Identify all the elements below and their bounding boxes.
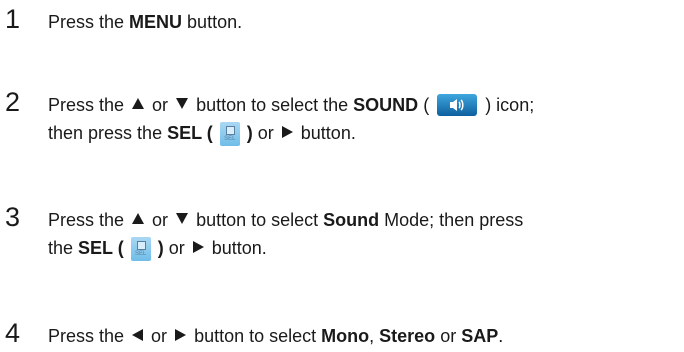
right-arrow-icon bbox=[175, 329, 187, 341]
down-arrow-icon bbox=[176, 98, 189, 109]
step-line: then press the SEL (SEL) or button. bbox=[48, 119, 678, 147]
mono-label: Mono bbox=[321, 326, 370, 346]
sound-label: SOUND bbox=[353, 95, 419, 115]
menu-button-label: MENU bbox=[129, 12, 183, 32]
right-arrow-icon bbox=[281, 126, 293, 138]
step-number: 2 bbox=[5, 87, 21, 117]
text: button to select bbox=[191, 210, 324, 230]
text: button to select the bbox=[191, 95, 354, 115]
text: button. bbox=[295, 123, 356, 143]
sel-label: SEL ( bbox=[78, 238, 124, 258]
sel-icon-label: SEL bbox=[135, 251, 147, 257]
step-line: Press the or button to select the SOUND … bbox=[48, 91, 678, 119]
up-arrow-icon bbox=[132, 213, 145, 224]
sound-mode-label: Sound bbox=[323, 210, 380, 230]
text: or bbox=[146, 326, 173, 346]
sel-label: SEL ( bbox=[167, 123, 213, 143]
down-arrow-icon bbox=[176, 213, 189, 224]
stereo-label: Stereo bbox=[379, 326, 436, 346]
sel-button-icon: SEL bbox=[130, 237, 151, 261]
text: or bbox=[147, 95, 174, 115]
step-text: Press the or button to select Sound Mode… bbox=[48, 206, 678, 262]
sel-button-icon: SEL bbox=[219, 122, 240, 146]
up-arrow-icon bbox=[132, 98, 145, 109]
speaker-icon bbox=[437, 94, 478, 116]
text: button to select bbox=[189, 326, 322, 346]
text: or bbox=[163, 238, 190, 258]
text: Mode; then press bbox=[379, 210, 524, 230]
step-line: the SEL (SEL) or button. bbox=[48, 234, 678, 262]
text: or bbox=[147, 210, 174, 230]
text: Press the bbox=[48, 210, 130, 230]
step-text: Press the or button to select Mono, Ster… bbox=[48, 322, 678, 350]
step-text: Press the MENU button. bbox=[48, 8, 678, 36]
text: Press the bbox=[48, 95, 130, 115]
text: button. bbox=[206, 238, 267, 258]
step-number: 1 bbox=[5, 4, 21, 34]
text: , bbox=[369, 326, 380, 346]
text: ( bbox=[418, 95, 435, 115]
text: the bbox=[48, 238, 79, 258]
text: button. bbox=[182, 12, 243, 32]
sel-icon-label: SEL bbox=[224, 136, 236, 142]
text: or bbox=[435, 326, 462, 346]
text: Press the bbox=[48, 12, 130, 32]
step-number: 4 bbox=[5, 318, 21, 348]
step-number: 3 bbox=[5, 202, 21, 232]
step-line: Press the or button to select Sound Mode… bbox=[48, 206, 678, 234]
right-arrow-icon bbox=[192, 241, 204, 253]
left-arrow-icon bbox=[132, 329, 144, 341]
sap-label: SAP bbox=[461, 326, 499, 346]
text: Press the bbox=[48, 326, 130, 346]
text: . bbox=[498, 326, 504, 346]
text: or bbox=[252, 123, 279, 143]
step-text: Press the or button to select the SOUND … bbox=[48, 91, 678, 147]
text: then press the bbox=[48, 123, 168, 143]
text: ) icon; bbox=[480, 95, 535, 115]
